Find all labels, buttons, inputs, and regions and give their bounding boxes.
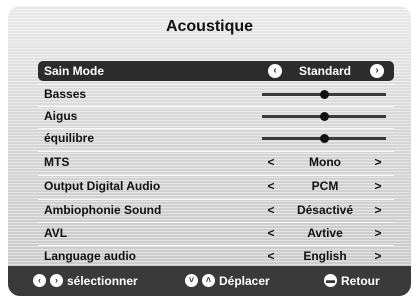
back-icon: ▬ [324, 274, 337, 287]
right-arrow-icon[interactable]: › [370, 64, 384, 78]
down-arrow-icon: ˅ [185, 274, 198, 287]
left-arrow-icon[interactable]: < [265, 226, 277, 240]
menu-row-label: AVL [44, 226, 68, 240]
menu-row-language-audio[interactable]: Language audio < English > [38, 246, 394, 266]
avl-value: Avtive [307, 226, 343, 240]
menu-row-aigus[interactable]: Aigus [38, 106, 394, 126]
acoustique-menu: Acoustique Sain Mode ‹ Standard › Basses… [8, 6, 411, 296]
move-hint: Déplacer [219, 274, 270, 288]
menu-row-mts[interactable]: MTS < Mono > [38, 152, 394, 172]
left-arrow-icon[interactable]: < [265, 249, 277, 263]
menu-row-sain-mode[interactable]: Sain Mode ‹ Standard › [38, 61, 394, 81]
menu-row-equilibre[interactable]: équilibre [38, 128, 394, 148]
basses-slider-knob[interactable] [319, 90, 329, 99]
menu-row-label: Sain Mode [44, 64, 105, 78]
menu-row-label: Output Digital Audio [44, 179, 161, 193]
sain-mode-value: Standard [298, 64, 351, 78]
output-digital-audio-value: PCM [311, 179, 339, 193]
right-arrow-icon[interactable]: > [372, 179, 384, 193]
menu-row-label: MTS [44, 155, 70, 169]
menu-title: Acoustique [165, 18, 254, 35]
menu-row-ambiophonie-sound[interactable]: Ambiophonie Sound < Désactivé > [38, 200, 394, 220]
left-arrow-icon: ‹ [33, 274, 46, 287]
menu-row-label: Aigus [44, 109, 78, 123]
left-arrow-icon[interactable]: ‹ [268, 64, 282, 78]
language-audio-value: English [303, 249, 347, 263]
equilibre-slider-knob[interactable] [319, 134, 329, 143]
menu-row-label: Ambiophonie Sound [44, 203, 162, 217]
menu-row-basses[interactable]: Basses [38, 84, 394, 104]
select-hint: sélectionner [67, 274, 138, 288]
back-hint: Retour [341, 274, 380, 288]
menu-footer: ‹ › sélectionner ˅ ˄ Déplacer ▬ Retour [8, 266, 411, 296]
right-arrow-icon[interactable]: > [372, 249, 384, 263]
right-arrow-icon[interactable]: > [372, 226, 384, 240]
menu-row-label: Language audio [44, 249, 137, 263]
right-arrow-icon[interactable]: > [372, 155, 384, 169]
aigus-slider-knob[interactable] [319, 112, 329, 121]
right-arrow-icon[interactable]: > [372, 203, 384, 217]
left-arrow-icon[interactable]: < [265, 179, 277, 193]
ambiophonie-sound-value: Désactivé [296, 203, 354, 217]
left-arrow-icon[interactable]: < [265, 155, 277, 169]
menu-row-avl[interactable]: AVL < Avtive > [38, 223, 394, 243]
menu-row-output-digital-audio[interactable]: Output Digital Audio < PCM > [38, 176, 394, 196]
mts-value: Mono [309, 155, 341, 169]
up-arrow-icon: ˄ [202, 274, 215, 287]
menu-row-label: Basses [44, 87, 87, 101]
left-arrow-icon[interactable]: < [265, 203, 277, 217]
right-arrow-icon: › [50, 274, 63, 287]
menu-row-label: équilibre [44, 131, 95, 145]
